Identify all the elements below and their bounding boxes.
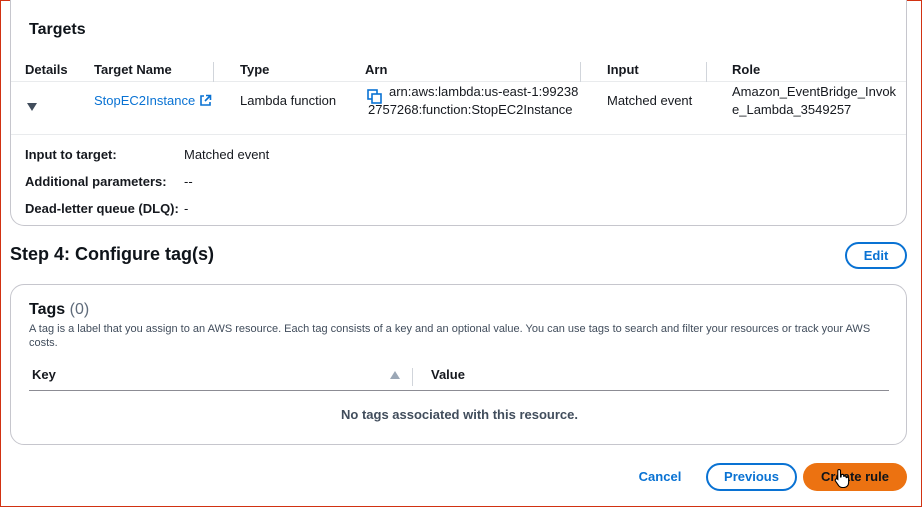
column-value[interactable]: Value [431, 367, 465, 382]
previous-button[interactable]: Previous [706, 463, 797, 491]
target-role-line1: Amazon_EventBridge_Invok [732, 84, 897, 99]
sort-icon[interactable] [390, 371, 400, 379]
tags-table-header: Key Value [29, 364, 889, 391]
column-separator [412, 368, 413, 386]
column-arn[interactable]: Arn [365, 62, 387, 77]
hand-cursor-icon [834, 468, 850, 488]
cancel-button[interactable]: Cancel [630, 469, 690, 484]
target-name-label[interactable]: StopEC2Instance [94, 93, 195, 108]
column-target-name[interactable]: Target Name [94, 62, 172, 77]
column-separator [580, 62, 581, 82]
column-details: Details [25, 62, 68, 77]
tags-description: A tag is a label that you assign to an A… [29, 323, 871, 349]
target-role-line2: e_Lambda_3549257 [732, 102, 852, 117]
target-name-link[interactable]: StopEC2Instance [94, 92, 212, 110]
edit-button[interactable]: Edit [845, 242, 907, 269]
target-row: StopEC2Instance Lambda function arn:aws:… [11, 82, 906, 135]
detail-value-dlq: - [184, 201, 189, 216]
tags-panel: Tags (0) A tag is a label that you assig… [10, 284, 907, 445]
targets-title: Targets [29, 21, 86, 38]
detail-value-additional: -- [184, 174, 193, 189]
external-link-icon[interactable] [199, 94, 212, 107]
column-key[interactable]: Key [32, 367, 56, 382]
detail-label-input: Input to target: [25, 147, 117, 162]
detail-label-dlq: Dead-letter queue (DLQ): [25, 201, 179, 216]
target-type: Lambda function [240, 93, 337, 108]
tags-title-label: Tags [29, 301, 66, 318]
create-rule-button[interactable]: Create rule [803, 463, 907, 491]
column-role[interactable]: Role [732, 62, 760, 77]
target-arn-line1: arn:aws:lambda:us-east-1:99238 [389, 84, 579, 99]
detail-value-input: Matched event [184, 147, 270, 162]
column-input[interactable]: Input [607, 62, 639, 77]
tags-count: (0) [69, 301, 90, 318]
step4-title: Step 4: Configure tag(s) [10, 244, 215, 264]
copy-icon[interactable] [367, 89, 382, 104]
tags-title: Tags (0) [29, 301, 89, 319]
targets-panel: Targets Details Target Name Type Arn Inp… [10, 0, 907, 226]
targets-table-header: Details Target Name Type Arn Input Role [11, 52, 906, 82]
target-arn-line2: 2757268:function:StopEC2Instance [368, 102, 573, 117]
caret-down-icon[interactable] [27, 103, 37, 111]
column-separator [213, 62, 214, 82]
detail-label-additional: Additional parameters: [25, 174, 167, 189]
target-input: Matched event [607, 93, 693, 108]
column-separator [706, 62, 707, 82]
tags-empty-message: No tags associated with this resource. [341, 407, 578, 422]
column-type[interactable]: Type [240, 62, 269, 77]
